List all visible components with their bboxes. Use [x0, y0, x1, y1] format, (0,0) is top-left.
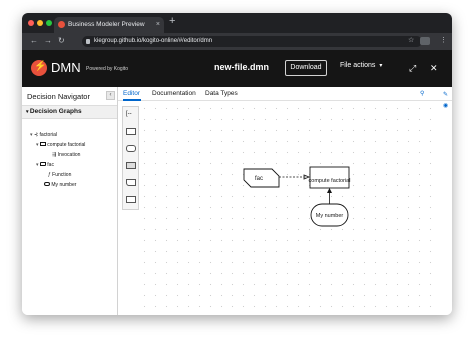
preview-icon[interactable]: ◉: [443, 102, 448, 109]
tree-item-function[interactable]: ƒ Function: [48, 172, 71, 178]
dmn-diagram: fac compute factorial My number: [243, 166, 351, 227]
input-data-node-label: My number: [316, 213, 344, 219]
tree-item-label: Function: [52, 172, 72, 178]
reload-icon[interactable]: ↻: [58, 36, 65, 45]
decision-icon: [39, 142, 46, 146]
invocation-icon: ⇶: [52, 152, 57, 158]
browser-menu-icon[interactable]: ⋮: [440, 36, 447, 44]
decision-node-label: compute factorial: [309, 178, 351, 184]
tree-item-compute-factorial[interactable]: ▾ compute factorial: [36, 142, 85, 148]
app-header: DMN Powered by Kogito new-file.dmn Downl…: [22, 50, 452, 87]
url-text: kiegroup.github.io/kogito-online/#/edito…: [94, 38, 213, 44]
tree-item-fac[interactable]: ▾ fac: [36, 162, 54, 168]
bookmark-star-icon[interactable]: ☆: [408, 36, 414, 44]
browser-tab[interactable]: Business Modeler Preview ×: [54, 17, 164, 33]
browser-tab-bar: Business Modeler Preview × +: [22, 13, 452, 33]
tree-item-label: fac: [47, 162, 54, 168]
browser-toolbar: ← → ↻ kiegroup.github.io/kogito-online/#…: [22, 33, 452, 50]
close-icon[interactable]: ✕: [430, 63, 438, 74]
favicon-icon: [58, 21, 65, 28]
new-tab-button[interactable]: +: [169, 15, 175, 27]
decision-navigator: Decision Navigator ‹ ▾ Decision Graphs ▾…: [22, 87, 118, 315]
toggle-icon[interactable]: ▾: [30, 132, 33, 138]
minimize-window-button[interactable]: [37, 20, 43, 26]
download-button[interactable]: Download: [285, 60, 327, 76]
function-icon: ƒ: [48, 172, 51, 178]
extension-icon[interactable]: [420, 37, 430, 45]
input-data-icon: [44, 182, 50, 186]
lock-icon: [86, 39, 90, 44]
edit-icon[interactable]: ✎: [443, 91, 448, 98]
tree-item-invocation[interactable]: ⇶ Invocation: [52, 152, 80, 158]
file-actions-label: File actions: [340, 62, 376, 69]
information-requirement-arrowhead: [327, 188, 332, 193]
dmn-logo-icon: [31, 60, 47, 76]
bkm-node-label: fac: [255, 176, 263, 182]
tree-item-label: compute factorial: [47, 142, 86, 148]
back-icon[interactable]: ←: [30, 36, 38, 45]
browser-window: Business Modeler Preview × + ← → ↻ kiegr…: [22, 13, 452, 315]
graph-icon: ⊰: [33, 132, 39, 138]
navigator-title: Decision Navigator: [27, 92, 90, 101]
properties-rail: ✎ ◉: [442, 87, 452, 315]
tree-item-factorial[interactable]: ▾ ⊰ factorial: [30, 132, 57, 138]
editor-area: Editor Documentation Data Types ⚲ [-- fa…: [118, 87, 452, 315]
toggle-icon[interactable]: ▾: [36, 142, 39, 148]
tree-item-label: factorial: [39, 132, 58, 138]
tree-item-my-number[interactable]: My number: [44, 182, 76, 188]
app-name: DMN: [51, 60, 81, 75]
tab-title: Business Modeler Preview: [68, 21, 145, 28]
close-window-button[interactable]: [28, 20, 34, 26]
tree-item-label: My number: [51, 182, 77, 188]
toggle-icon[interactable]: ▾: [36, 162, 39, 168]
tab-close-icon[interactable]: ×: [156, 17, 160, 33]
caret-down-icon: ▾: [379, 63, 383, 69]
bkm-icon: [39, 162, 46, 166]
file-name[interactable]: new-file.dmn: [214, 62, 269, 72]
maximize-window-button[interactable]: [46, 20, 52, 26]
forward-icon[interactable]: →: [44, 36, 52, 45]
decision-graphs-label: Decision Graphs: [29, 108, 82, 115]
file-actions-dropdown[interactable]: File actions ▾: [340, 62, 382, 69]
address-bar[interactable]: kiegroup.github.io/kogito-online/#/edito…: [82, 36, 422, 47]
fullscreen-icon[interactable]: ⤢: [409, 63, 416, 74]
tree-item-label: Invocation: [57, 152, 81, 158]
powered-by-label: Powered by Kogito: [86, 66, 128, 72]
decision-graphs-section[interactable]: ▾ Decision Graphs: [22, 105, 117, 119]
collapse-navigator-button[interactable]: ‹: [106, 91, 115, 100]
